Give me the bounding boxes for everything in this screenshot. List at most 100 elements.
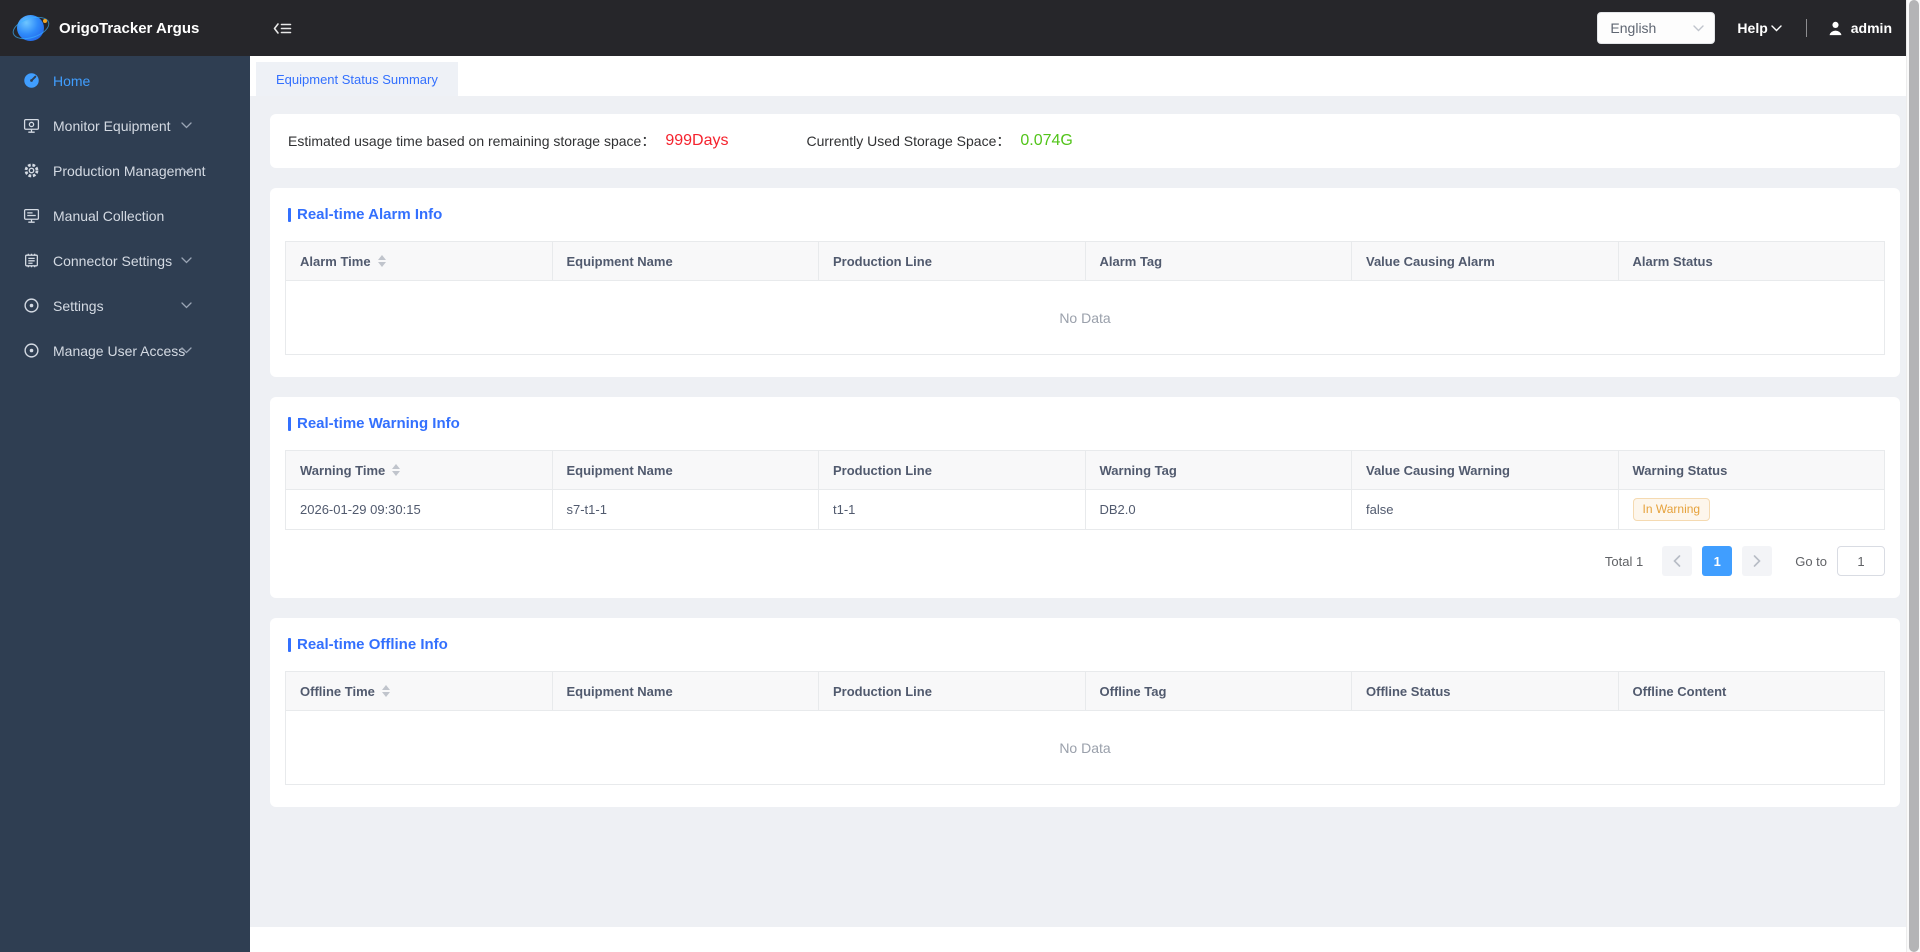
column-label: Offline Time [300,683,375,699]
offline-section-title: Real-time Offline Info [288,636,1885,653]
sidebar-item-manual-collection[interactable]: Manual Collection [0,193,250,238]
title-accent-bar [288,416,291,431]
scrollbar-thumb[interactable] [1909,0,1919,952]
column-header-offline-content: Offline Content [1617,671,1885,711]
storage-summary-card: Estimated usage time based on remaining … [270,114,1900,168]
gear-icon [22,162,40,180]
chevron-down-icon [181,257,192,264]
tab-equipment-status-summary[interactable]: Equipment Status Summary [256,62,458,96]
topbar-actions: English Help admin [1597,12,1920,44]
monitor-icon [22,117,40,135]
page-number-button[interactable]: 1 [1702,546,1733,576]
sidebar-item-monitor-equipment[interactable]: Monitor Equipment [0,103,250,148]
offline-table: Offline Time Equipment Name Production L… [285,671,1885,785]
sidebar-item-production-management[interactable]: Production Management [0,148,250,193]
storage-used-value: 0.074G [1020,132,1073,149]
empty-row: No Data [285,710,1885,785]
sidebar-collapse-icon[interactable] [273,21,292,36]
goto-label: Go to [1795,553,1827,569]
storage-usage-label: Estimated usage time based on remaining … [288,133,656,149]
sidebar-item-label: Manage User Access [53,342,186,359]
alarm-info-card: Real-time Alarm Info Alarm Time Equipmen… [270,188,1900,377]
username: admin [1850,20,1892,36]
storage-usage-value: 999Days [665,132,729,149]
app-logo-icon [9,10,53,46]
prev-page-button[interactable] [1662,546,1693,576]
offline-info-card: Real-time Offline Info Offline Time Equi… [270,618,1900,807]
sort-icon[interactable] [377,255,386,267]
cell-warning-status: In Warning [1617,489,1885,530]
sidebar-item-home[interactable]: Home [0,58,250,103]
topbar-divider [1805,19,1807,37]
sort-icon[interactable] [392,464,401,476]
warning-section-title: Real-time Warning Info [288,415,1885,432]
column-header-offline-status: Offline Status [1351,671,1619,711]
chevron-down-icon [1771,24,1782,31]
alarm-table: Alarm Time Equipment Name Production Lin… [285,241,1885,355]
chevron-down-icon [1693,24,1705,31]
chevron-down-icon [181,122,192,129]
pagination: Total 1 1 Go to [285,546,1885,576]
cell-warning-time: 2026-01-29 09:30:15 [285,489,553,530]
sidebar-item-label: Connector Settings [53,252,173,269]
sidebar-item-label: Home [53,72,91,89]
column-header-production-line: Production Line [818,671,1086,711]
sidebar-item-manage-user-access[interactable]: Manage User Access [0,328,250,373]
scrollbar-track [1906,0,1920,952]
help-menu[interactable]: Help [1737,20,1782,36]
column-header-equipment-name: Equipment Name [551,450,819,490]
column-header-alarm-time[interactable]: Alarm Time [285,241,553,281]
column-label: Alarm Time [300,253,371,269]
dashboard-icon [22,72,40,90]
sidebar: Home Monitor Equipment Production Manage… [0,56,250,952]
chevron-down-icon [181,302,192,309]
section-title-text: Real-time Offline Info [297,636,448,653]
warning-table: Warning Time Equipment Name Production L… [285,450,1885,530]
no-data-text: No Data [285,710,1885,785]
column-header-equipment-name: Equipment Name [551,241,819,281]
topbar: OrigoTracker Argus English Help admin [0,0,1920,56]
sidebar-item-settings[interactable]: Settings [0,283,250,328]
cell-value-causing-warning: false [1351,489,1619,530]
collection-monitor-icon [22,207,40,225]
section-title-text: Real-time Warning Info [297,415,460,432]
circle-dot-icon [22,297,40,315]
column-header-warning-tag: Warning Tag [1084,450,1352,490]
app-title: OrigoTracker Argus [59,19,200,37]
column-header-value-causing-warning: Value Causing Warning [1351,450,1619,490]
sidebar-item-label: Manual Collection [53,207,165,224]
table-row: 2026-01-29 09:30:15 s7-t1-1 t1-1 DB2.0 f… [285,489,1885,530]
tab-bar: Equipment Status Summary [250,56,1920,96]
warning-info-card: Real-time Warning Info Warning Time Equi… [270,397,1900,598]
column-header-warning-status: Warning Status [1617,450,1885,490]
column-header-alarm-status: Alarm Status [1617,241,1885,281]
column-header-production-line: Production Line [818,241,1086,281]
status-badge: In Warning [1632,498,1711,521]
column-header-offline-time[interactable]: Offline Time [285,671,553,711]
user-menu[interactable]: admin [1827,20,1892,37]
column-header-offline-tag: Offline Tag [1084,671,1352,711]
page-content: Estimated usage time based on remaining … [250,96,1920,927]
chevron-down-icon [181,347,192,354]
empty-row: No Data [285,280,1885,355]
next-page-button[interactable] [1742,546,1773,576]
person-icon [1829,21,1842,35]
storage-used-label: Currently Used Storage Space： [806,133,1011,149]
sidebar-item-connector-settings[interactable]: Connector Settings [0,238,250,283]
language-select[interactable]: English [1597,12,1716,44]
column-header-alarm-tag: Alarm Tag [1084,241,1352,281]
circle-dot-icon [22,342,40,360]
chevron-down-icon [181,167,192,174]
sidebar-item-label: Monitor Equipment [53,117,171,134]
column-header-production-line: Production Line [818,450,1086,490]
section-title-text: Real-time Alarm Info [297,206,443,223]
pagination-total: Total 1 [1604,553,1644,569]
cell-warning-tag: DB2.0 [1084,489,1352,530]
column-header-warning-time[interactable]: Warning Time [285,450,553,490]
tab-label: Equipment Status Summary [276,71,438,87]
sort-icon[interactable] [381,685,390,697]
column-header-value-causing-alarm: Value Causing Alarm [1351,241,1619,281]
goto-page-input[interactable] [1837,546,1885,576]
help-label: Help [1737,20,1768,36]
cell-production-line: t1-1 [818,489,1086,530]
